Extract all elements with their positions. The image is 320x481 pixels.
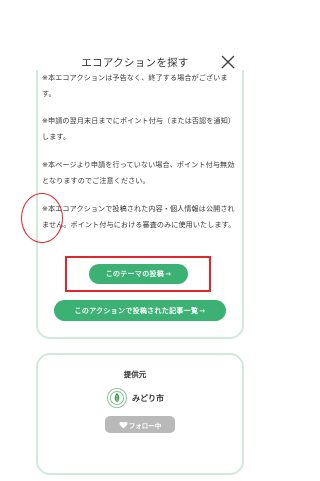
close-button[interactable] (220, 54, 236, 70)
post-theme-button[interactable]: このテーマの投稿 → (89, 264, 188, 284)
view-articles-button[interactable]: このアクションで投稿された記事一覧 → (54, 300, 226, 321)
provider-org[interactable]: みどり市 (107, 388, 164, 408)
note-text: ※申請の翌月末日までにポイント付与（または否認を通知）します。 (42, 116, 236, 141)
note-text: ※本エコアクションで投稿された内容・個人情報は公開されません。ポイント付与におけ… (42, 204, 236, 229)
heart-icon (119, 421, 128, 429)
header: エコアクションを探す (0, 0, 270, 70)
note-text: ※本ページより申請を行っていない場合、ポイント付与無効となりますのでご注意くださ… (42, 160, 235, 185)
follow-button[interactable]: フォロー中 (105, 416, 175, 433)
arrow-right-icon: → (199, 306, 206, 315)
org-name: みどり市 (132, 393, 164, 403)
arrow-right-icon: → (165, 270, 172, 278)
leaf-logo-icon (107, 388, 127, 408)
view-articles-button-label: このアクションで投稿された記事一覧 (74, 306, 199, 315)
notes-list: ※本エコアクションは予告なく、終了する場合がございます。 ※申請の翌月末日までに… (42, 70, 238, 245)
close-icon (221, 55, 235, 69)
note-text: ※本エコアクションは予告なく、終了する場合がございます。 (42, 73, 228, 98)
follow-button-label: フォロー中 (128, 421, 162, 430)
provider-label: 提供元 (123, 370, 147, 379)
post-theme-button-label: このテーマの投稿 (105, 270, 165, 278)
